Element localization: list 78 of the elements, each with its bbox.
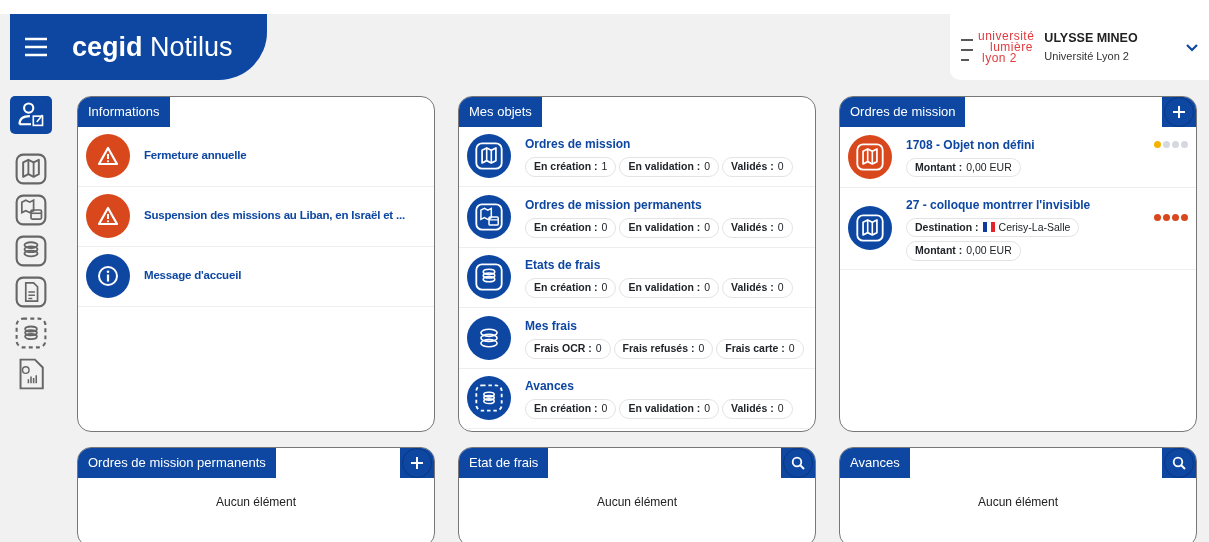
chip-value: 0 (704, 401, 711, 417)
chip-label: En validation : (628, 159, 701, 175)
map-icon (467, 134, 511, 179)
chip-value: 0 (704, 219, 711, 235)
chip-label: En validation : (628, 219, 701, 235)
coins-icon (467, 376, 511, 421)
search-icon (1172, 456, 1186, 470)
chip-value: 0 (704, 280, 711, 296)
user-edit-icon[interactable] (9, 96, 52, 134)
chip-value: Cerisy-La-Salle (998, 219, 1071, 235)
chip-value: 0 (777, 159, 784, 175)
chip-value: 0 (601, 401, 608, 417)
chip-value: 0 (698, 340, 705, 356)
chip-label: En validation : (628, 401, 701, 417)
chip-label: En création : (534, 280, 598, 296)
chip-label: Validés : (731, 159, 774, 175)
search-button[interactable] (781, 448, 815, 478)
chip-label: En validation : (628, 280, 701, 296)
menu-button[interactable] (24, 37, 48, 57)
flag-icon (982, 222, 995, 233)
object-link[interactable]: Mes frais (525, 316, 804, 335)
chip-label: Validés : (731, 401, 774, 417)
chip-label: Validés : (731, 219, 774, 235)
info-link[interactable]: Message d'accueil (144, 267, 242, 285)
chip-label: Frais carte : (725, 340, 785, 356)
add-button[interactable] (1162, 97, 1196, 127)
mission-link[interactable]: 27 - colloque montrrer l'invisible (906, 195, 1091, 214)
empty-message: Aucun élément (214, 493, 298, 511)
chip-value: 0,00 EUR (966, 159, 1012, 175)
chip-label: Montant : (915, 159, 963, 175)
chip-label: En création : (534, 401, 598, 417)
chip-label: Validés : (731, 280, 774, 296)
info-icon (86, 254, 130, 298)
empty-message: Aucun élément (976, 493, 1060, 511)
chip-value: 0 (704, 159, 711, 175)
user-name: ULYSSE MINEO (1044, 30, 1138, 48)
add-button[interactable] (400, 448, 434, 478)
search-button[interactable] (1162, 448, 1196, 478)
chip-value: 0,00 EUR (966, 243, 1012, 259)
plus-icon (1172, 105, 1186, 119)
chip-value: 1 (601, 159, 608, 175)
chip-value: 0 (777, 401, 784, 417)
empty-message: Aucun élément (595, 493, 679, 511)
chip-value: 0 (788, 340, 795, 356)
info-link[interactable]: Fermeture annuelle (144, 147, 247, 165)
university-logo: université lumière lyon 2 (960, 30, 1035, 64)
chip-value: 0 (601, 280, 608, 296)
panel-title: Ordres de mission permanents (78, 448, 276, 478)
panel-title: Informations (78, 97, 170, 127)
chip-value: 0 (601, 219, 608, 235)
warning-icon (86, 194, 130, 238)
chip-value: 0 (777, 219, 784, 235)
coins-icon (467, 315, 511, 360)
chip-label: Frais OCR : (534, 340, 592, 356)
panel-title: Ordres de mission (840, 97, 966, 127)
object-link[interactable]: Ordres de mission (525, 135, 793, 154)
chip-label: En création : (534, 219, 598, 235)
panel-title: Mes objets (459, 97, 542, 127)
search-icon (791, 456, 805, 470)
coins-icon (467, 255, 511, 300)
chip-value: 0 (595, 340, 602, 356)
object-link[interactable]: Avances (525, 377, 793, 396)
chip-label: Frais refusés : (622, 340, 695, 356)
chip-label: Destination : (915, 219, 979, 235)
warning-icon (86, 134, 130, 178)
app-logo: cegid Notilus (72, 33, 233, 61)
chip-label: En création : (534, 159, 598, 175)
chip-value: 0 (777, 280, 784, 296)
panel-title: Etat de frais (459, 448, 549, 478)
user-organisation: Université Lyon 2 (1044, 49, 1130, 65)
object-link[interactable]: Etats de frais (525, 256, 793, 275)
chip-label: Montant : (915, 243, 963, 259)
info-link[interactable]: Suspension des missions au Liban, en Israël et ... (144, 207, 405, 225)
mission-link[interactable]: 1708 - Objet non défini (906, 135, 1035, 154)
map-calendar-icon (467, 194, 511, 239)
panel-title: Avances (840, 448, 910, 478)
object-link[interactable]: Ordres de mission permanents (525, 195, 793, 214)
plus-icon (410, 456, 424, 470)
